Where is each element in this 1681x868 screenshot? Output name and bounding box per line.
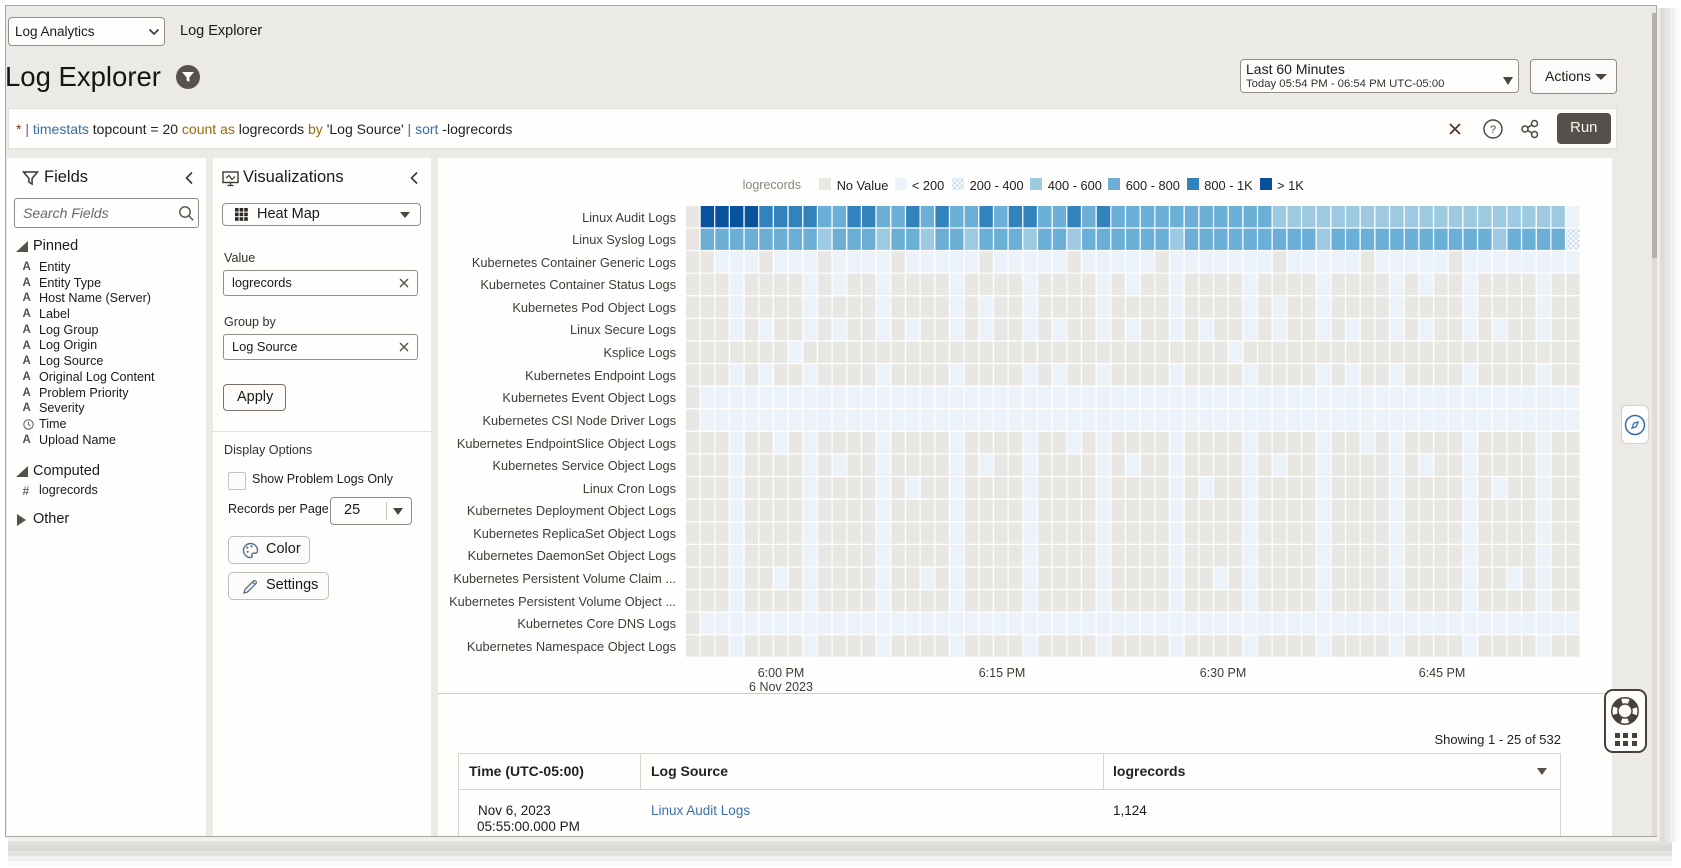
svg-text:?: ? — [1490, 124, 1496, 136]
